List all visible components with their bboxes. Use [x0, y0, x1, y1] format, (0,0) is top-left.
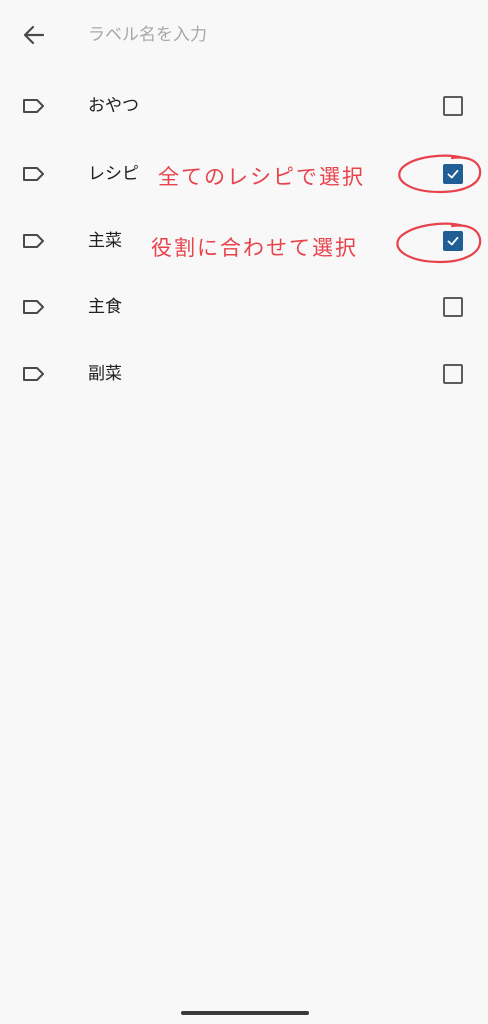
label-checkbox-side-dish[interactable] [443, 364, 463, 384]
app-bar [0, 0, 488, 70]
annotation-circle-recipe [398, 154, 482, 194]
label-row-text: おやつ [88, 96, 139, 116]
label-row-text: 主菜 [88, 231, 122, 251]
label-row-text: 主食 [88, 297, 122, 317]
label-row-staple[interactable]: 主食 [0, 283, 488, 331]
label-tag-icon [23, 99, 44, 113]
label-tag-icon [23, 300, 44, 314]
label-name-input[interactable] [88, 20, 448, 50]
annotation-circle-role [396, 222, 482, 264]
annotation-recipe-note: 全てのレシピで選択 [158, 165, 365, 189]
label-checkbox-oyatsu[interactable] [443, 96, 463, 116]
label-tag-icon [23, 367, 44, 381]
label-checkbox-staple[interactable] [443, 297, 463, 317]
label-row-oyatsu[interactable]: おやつ [0, 82, 488, 130]
annotation-role-note: 役割に合わせて選択 [151, 236, 358, 260]
arrow-left-icon [23, 25, 45, 45]
home-indicator[interactable] [181, 1011, 309, 1015]
label-row-side-dish[interactable]: 副菜 [0, 350, 488, 398]
label-row-text: 副菜 [88, 364, 122, 384]
back-button[interactable] [14, 20, 54, 50]
label-tag-icon [23, 167, 44, 181]
label-row-text: レシピ [88, 164, 139, 184]
label-tag-icon [23, 234, 44, 248]
